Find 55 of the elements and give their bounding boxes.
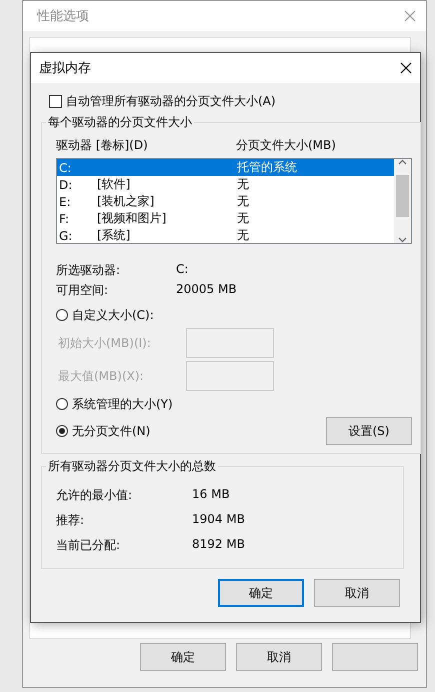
set-button[interactable]: 设置(S) <box>326 417 412 445</box>
window-title: 性能选项 <box>37 8 89 25</box>
scrollbar[interactable] <box>394 159 411 243</box>
radio-label[interactable]: 自定义大小(C): <box>72 306 154 324</box>
total-value: 8192 MB <box>192 537 246 553</box>
group-title: 所有驱动器分页文件大小的总数 <box>47 458 217 475</box>
total-label: 允许的最小值: <box>56 487 134 504</box>
drive-letter: E: <box>59 194 72 208</box>
drive-letter: D: <box>59 178 74 192</box>
drive-row[interactable]: F: [视频和图片] 无 <box>57 210 394 227</box>
drive-row[interactable]: C: 托管的系统 <box>57 159 394 176</box>
info-value: 20005 MB <box>176 282 238 298</box>
radio-button[interactable] <box>56 425 68 437</box>
paging-size: 无 <box>237 227 250 244</box>
drive-volume: [视频和图片] <box>97 210 168 227</box>
dialog-button[interactable]: 确定 <box>140 643 226 671</box>
radio-button[interactable] <box>56 309 68 321</box>
info-value: C: <box>176 262 190 278</box>
scroll-down-icon[interactable] <box>398 237 407 243</box>
group-title: 每个驱动器的分页文件大小 <box>47 114 193 131</box>
column-header: 分页文件大小(MB) <box>236 137 337 154</box>
paging-size: 无 <box>237 193 250 210</box>
paging-size: 无 <box>237 176 250 193</box>
field-label: 初始大小(MB)(I): <box>58 334 152 352</box>
drive-volume: [装机之家] <box>97 193 156 210</box>
total-value: 1904 MB <box>192 512 246 528</box>
radio-label[interactable]: 无分页文件(N) <box>72 422 150 440</box>
paging-size: 无 <box>237 210 250 227</box>
dialog-button[interactable]: 取消 <box>314 579 400 607</box>
paging-size: 托管的系统 <box>237 159 298 176</box>
drive-volume: [系统] <box>97 227 132 244</box>
radio-label[interactable]: 系统管理的大小(Y) <box>72 396 173 412</box>
drive-letter: C: <box>59 160 72 174</box>
total-label: 推荐: <box>56 512 86 529</box>
dialog-title: 虚拟内存 <box>39 60 91 77</box>
drive-letter: F: <box>59 212 70 226</box>
drive-letter: G: <box>59 228 74 242</box>
drive-row[interactable]: D: [软件] 无 <box>57 176 394 193</box>
checkbox[interactable] <box>49 95 62 108</box>
scroll-up-icon[interactable] <box>398 159 407 165</box>
close-icon[interactable] <box>400 62 412 74</box>
drive-row[interactable]: E: [装机之家] 无 <box>57 193 394 210</box>
column-header: 驱动器 [卷标](D) <box>56 137 149 154</box>
field-label: 最大值(MB)(X): <box>58 368 145 384</box>
radio-button[interactable] <box>56 398 68 410</box>
drive-list[interactable]: C: 托管的系统 D: [软件] 无 E: [装机之家] 无 F: [视频和图片] 无 G: [系统] 无 <box>56 158 412 244</box>
drive-row[interactable]: G: [系统] 无 <box>57 227 394 244</box>
total-value: 16 MB <box>192 487 231 503</box>
total-label: 当前已分配: <box>56 537 122 554</box>
checkbox-label[interactable]: 自动管理所有驱动器的分页文件大小(A) <box>66 93 276 110</box>
dialog-button[interactable]: 确定 <box>218 579 304 607</box>
dialog-button[interactable]: 取消 <box>236 643 322 671</box>
drive-volume: [软件] <box>97 176 132 193</box>
info-label: 可用空间: <box>56 282 110 299</box>
info-label: 所选驱动器: <box>56 262 122 279</box>
